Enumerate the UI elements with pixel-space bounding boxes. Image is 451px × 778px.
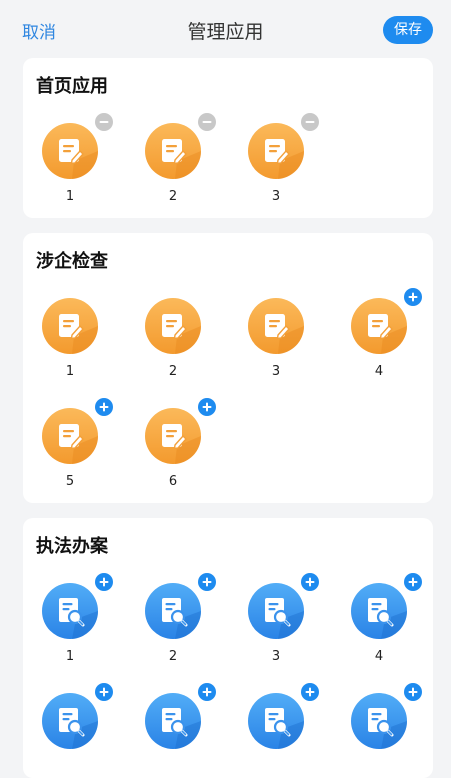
add-app-icon[interactable] [301, 683, 319, 701]
app-item[interactable]: 2 [126, 113, 229, 218]
add-app-icon[interactable] [404, 683, 422, 701]
add-app-icon[interactable] [95, 683, 113, 701]
remove-app-icon[interactable] [301, 113, 319, 131]
add-app-icon[interactable] [198, 398, 216, 416]
app-item[interactable] [229, 683, 332, 778]
app-label: 1 [65, 364, 75, 379]
add-app-icon[interactable] [301, 573, 319, 591]
section-title: 执法办案 [36, 536, 108, 557]
remove-app-icon[interactable] [198, 113, 216, 131]
save-button[interactable]: 保存 [383, 16, 433, 44]
blue-search-doc-icon [42, 583, 98, 639]
orange-note-icon [248, 123, 304, 179]
app-item[interactable]: 2 [126, 573, 229, 689]
blue-search-doc-icon [248, 583, 304, 639]
blue-search-doc-icon [145, 583, 201, 639]
add-app-icon[interactable] [404, 573, 422, 591]
section-card: 执法办案 1 2 3 4 [23, 518, 433, 778]
app-item[interactable]: 4 [332, 288, 433, 404]
remove-app-icon[interactable] [95, 113, 113, 131]
app-item[interactable]: 3 [229, 573, 332, 689]
app-item[interactable] [23, 683, 126, 778]
orange-note-icon [351, 298, 407, 354]
add-app-icon[interactable] [95, 573, 113, 591]
orange-note-icon [248, 298, 304, 354]
section-title: 首页应用 [36, 76, 108, 97]
app-item[interactable]: 6 [126, 398, 229, 503]
app-item[interactable]: 4 [332, 573, 433, 689]
blue-search-doc-icon [351, 693, 407, 749]
app-item[interactable] [126, 683, 229, 778]
orange-note-icon [145, 298, 201, 354]
app-item[interactable]: 2 [126, 298, 229, 404]
blue-search-doc-icon [42, 693, 98, 749]
add-app-icon[interactable] [198, 683, 216, 701]
app-label: 4 [374, 649, 384, 664]
orange-note-icon [42, 123, 98, 179]
app-label: 2 [168, 189, 178, 204]
app-label: 3 [271, 649, 281, 664]
blue-search-doc-icon [248, 693, 304, 749]
orange-note-icon [145, 123, 201, 179]
orange-note-icon [42, 298, 98, 354]
app-item[interactable]: 3 [229, 113, 332, 218]
header-bar: 取消 管理应用 保存 [0, 0, 451, 58]
app-label: 3 [271, 189, 281, 204]
app-label: 2 [168, 364, 178, 379]
app-label: 1 [65, 189, 75, 204]
app-item[interactable] [332, 683, 433, 778]
app-label: 2 [168, 649, 178, 664]
add-app-icon[interactable] [198, 573, 216, 591]
section-card: 首页应用 1 2 3 [23, 58, 433, 218]
app-label: 1 [65, 649, 75, 664]
app-label: 5 [65, 474, 75, 489]
app-item[interactable]: 3 [229, 298, 332, 404]
blue-search-doc-icon [145, 693, 201, 749]
add-app-icon[interactable] [404, 288, 422, 306]
app-label: 4 [374, 364, 384, 379]
app-item[interactable]: 1 [23, 573, 126, 689]
orange-note-icon [145, 408, 201, 464]
app-item[interactable]: 1 [23, 113, 126, 218]
app-label: 6 [168, 474, 178, 489]
section-title: 涉企检查 [36, 251, 108, 272]
blue-search-doc-icon [351, 583, 407, 639]
section-card: 涉企检查 1 2 3 4 5 6 [23, 233, 433, 503]
add-app-icon[interactable] [95, 398, 113, 416]
orange-note-icon [42, 408, 98, 464]
app-item[interactable]: 1 [23, 298, 126, 404]
app-label: 3 [271, 364, 281, 379]
app-item[interactable]: 5 [23, 398, 126, 503]
